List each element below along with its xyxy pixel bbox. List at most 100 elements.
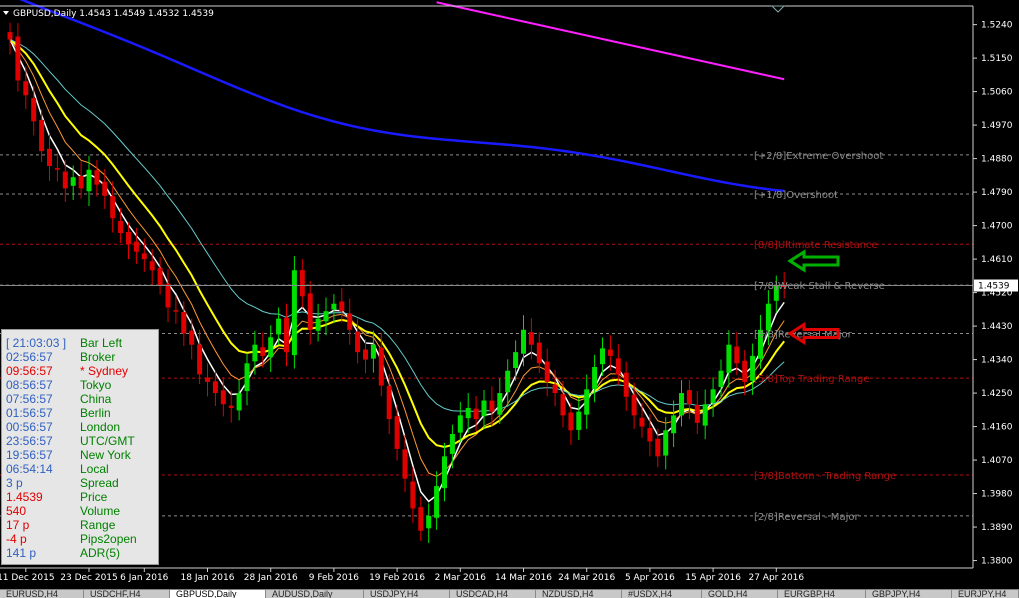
candle-body xyxy=(592,367,598,389)
level-label: [7/8]Weak Stall & Reverse xyxy=(754,281,885,292)
candle-body xyxy=(671,415,677,434)
info-label: Pips2open xyxy=(80,532,137,546)
candle-body xyxy=(299,270,305,297)
candle-body xyxy=(315,318,321,331)
info-value: 23:56:57 xyxy=(6,434,53,448)
last-price-label: 1.4539 xyxy=(978,282,1010,292)
price-tick-label: 1.4340 xyxy=(981,356,1013,366)
level-label: [2/8]Reversal - Major xyxy=(754,512,859,523)
time-tick-label: 18 Jan 2016 xyxy=(181,573,235,583)
candle-body xyxy=(260,347,266,356)
candle-body xyxy=(497,393,503,415)
info-value: 01:56:57 xyxy=(6,406,53,420)
candle-body xyxy=(15,36,21,81)
candle-body xyxy=(220,390,226,405)
candle-body xyxy=(284,318,289,353)
candle-body xyxy=(54,168,60,170)
time-tick-label: 5 Apr 2016 xyxy=(625,573,675,583)
candle-body xyxy=(655,438,661,457)
candle-body xyxy=(623,372,629,397)
candle-body xyxy=(244,363,250,392)
candle-body xyxy=(663,430,669,456)
time-tick-label: 23 Dec 2015 xyxy=(60,573,118,583)
info-label: Broker xyxy=(80,350,116,364)
info-label: Bar Left xyxy=(80,336,123,350)
candle-body xyxy=(426,515,432,529)
candle-body xyxy=(718,370,724,387)
price-tick-label: 1.3890 xyxy=(981,523,1013,533)
candle-body xyxy=(212,381,218,394)
candle-body xyxy=(513,352,519,369)
candle-body xyxy=(442,456,447,489)
candle-body xyxy=(181,312,187,334)
candle-body xyxy=(78,176,84,189)
candle-body xyxy=(473,408,479,420)
candle-body xyxy=(528,332,534,345)
level-label: [8/8]Ultimate Resistance xyxy=(754,240,878,251)
session-info-panel: [ 21:03:03 ] Bar Left 02:56:57 Broker 09:56:… xyxy=(1,329,159,565)
candle-body xyxy=(323,311,329,322)
candle-body xyxy=(268,337,274,358)
price-tick-label: 1.3980 xyxy=(981,490,1013,500)
time-tick-label: 2 Mar 2016 xyxy=(435,573,487,583)
time-tick-label: 15 Apr 2016 xyxy=(685,573,741,583)
time-tick-label: 14 Mar 2016 xyxy=(495,573,552,583)
candle-body xyxy=(173,310,179,312)
candle-body xyxy=(607,349,613,356)
info-label: Range xyxy=(80,518,116,532)
candle-body xyxy=(584,389,590,415)
info-label: China xyxy=(80,392,112,406)
price-tick-label: 1.4970 xyxy=(981,121,1013,131)
candle-body xyxy=(536,342,542,364)
info-value: 17 p xyxy=(6,518,30,532)
info-value: 19:56:57 xyxy=(6,448,53,462)
info-label: UTC/GMT xyxy=(80,434,135,448)
price-tick-label: 1.4070 xyxy=(981,456,1013,466)
candle-body xyxy=(133,241,139,252)
info-value: 1.4539 xyxy=(6,490,43,504)
candle-body xyxy=(149,261,155,271)
candle-body xyxy=(339,301,345,312)
candle-body xyxy=(141,253,147,260)
info-label: New York xyxy=(80,448,131,462)
candle-body xyxy=(370,344,376,359)
candle-body xyxy=(228,405,234,408)
candle-body xyxy=(694,404,700,423)
candle-body xyxy=(710,389,716,403)
candle-body xyxy=(434,486,440,518)
price-tick-label: 1.4430 xyxy=(981,322,1013,332)
candle-body xyxy=(552,384,558,394)
candle-body xyxy=(165,283,171,308)
info-label: Spread xyxy=(80,476,119,490)
candle-body xyxy=(505,370,511,393)
level-label: [3/8]Bottom - Trading Range xyxy=(754,471,896,482)
time-tick-label: 11 Dec 2015 xyxy=(0,573,55,583)
time-tick-label: 27 Apr 2016 xyxy=(748,573,804,583)
candle-body xyxy=(560,394,566,416)
candle-body xyxy=(94,170,100,185)
info-label: * Sydney xyxy=(80,364,129,378)
price-tick-label: 1.4610 xyxy=(981,255,1013,265)
candle-body xyxy=(62,171,68,189)
info-label: Berlin xyxy=(80,406,111,420)
candle-body xyxy=(157,267,163,286)
info-value: 141 p xyxy=(6,546,37,560)
candle-body xyxy=(378,347,384,386)
symbol-header: GBPUSD,Daily 1.4543 1.4549 1.4532 1.4539 xyxy=(13,9,214,19)
time-tick-label: 9 Feb 2016 xyxy=(309,573,360,583)
info-value: 07:56:57 xyxy=(6,392,53,406)
level-label: [5/8]Top Trading Range xyxy=(754,374,870,385)
candle-body xyxy=(702,404,708,426)
price-tick-label: 1.4160 xyxy=(981,423,1013,433)
candle-body xyxy=(102,181,108,196)
candle-body xyxy=(7,32,13,40)
info-value: [ 21:03:03 ] xyxy=(6,336,67,350)
info-label: London xyxy=(80,420,121,434)
candle-body xyxy=(31,98,37,122)
candle-body xyxy=(126,231,131,245)
candle-body xyxy=(197,344,203,375)
candle-body xyxy=(86,169,92,192)
price-tick-label: 1.5150 xyxy=(981,54,1013,64)
candle-body xyxy=(189,330,195,345)
candle-body xyxy=(600,348,605,365)
